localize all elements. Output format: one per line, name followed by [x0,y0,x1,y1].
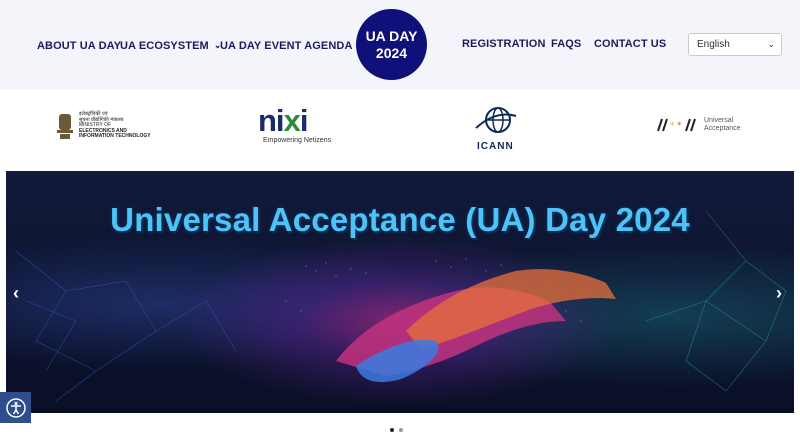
icann-name: ICANN [477,141,514,152]
nav-faqs[interactable]: FAQS [551,38,581,50]
meity-en-3: INFORMATION TECHNOLOGY [79,133,151,139]
hero-carousel: Universal Acceptance (UA) Day 2024 [6,171,794,413]
carousel-dots [390,419,408,437]
universal-acceptance-logo[interactable]: * * Universal Acceptance [656,117,741,137]
svg-text:*: * [670,121,675,131]
banner-title: Universal Acceptance (UA) Day 2024 [110,201,690,238]
ua-logo-line1: Universal [704,117,734,124]
nixi-tagline: Empowering Netizens [263,137,332,144]
carousel-dot-1[interactable] [390,428,394,432]
logo-line2: 2024 [375,44,408,61]
site-header: ABOUT UA DAY UA ECOSYSTEM ⌄ UA DAY EVENT … [0,0,800,90]
accessibility-icon [5,397,26,418]
meity-logo[interactable]: इलेक्ट्रॉनिकी एवं सूचना प्रौद्योगिकी मंत… [55,111,151,147]
chevron-left-icon: ‹ [13,283,19,303]
ua-logo-line2: Acceptance [704,125,741,132]
chevron-right-icon: › [776,283,782,303]
carousel-dot-2[interactable] [399,428,403,432]
nav-about[interactable]: ABOUT UA DAY [37,40,121,52]
logo-line1: UA DAY [365,27,418,44]
nixi-logo[interactable]: nixi Empowering Netizens [258,105,332,144]
nav-ua-ecosystem-label: UA ECOSYSTEM [120,40,209,52]
globe-icon [475,107,517,133]
svg-text:*: * [677,121,682,131]
language-selected: English [697,39,730,50]
carousel-prev-button[interactable]: ‹ [13,283,19,304]
nav-registration[interactable]: REGISTRATION [462,38,546,50]
language-select[interactable]: English ⌄ [688,33,782,56]
nav-agenda[interactable]: UA DAY EVENT AGENDA [220,40,353,52]
nav-ua-ecosystem[interactable]: UA ECOSYSTEM ⌄ [120,40,221,52]
chevron-down-icon: ⌄ [767,39,775,49]
carousel-next-button[interactable]: › [776,283,782,304]
nav-contact[interactable]: CONTACT US [594,38,666,50]
accessibility-button[interactable] [0,392,31,423]
emblem-icon [57,114,73,139]
icann-logo[interactable]: ICANN [474,106,518,152]
ua-day-logo[interactable]: UA DAY 2024 [356,9,427,80]
ua-mark-icon: * * [657,118,696,132]
